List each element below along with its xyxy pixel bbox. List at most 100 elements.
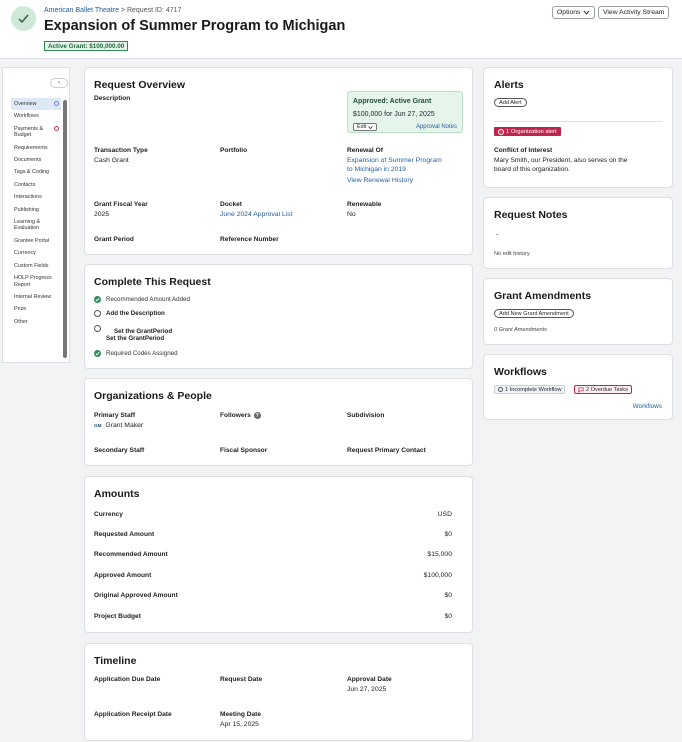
sidebar-item-documents[interactable]: Documents (11, 154, 61, 166)
sidebar-item-learning[interactable]: Learning & Evaluation (11, 216, 61, 235)
task-label: Required Codes Assigned (106, 350, 178, 357)
breadcrumb-org-link[interactable]: American Ballet Theatre (44, 7, 119, 14)
card-title: Complete This Request (94, 276, 211, 288)
approved-status-box: Approved: Active Grant $100,000 for Jun … (347, 91, 463, 133)
add-grant-amendment-button[interactable]: Add New Grant Amendment (494, 309, 574, 318)
sidebar-item-payments[interactable]: Payments & Budget (11, 123, 61, 142)
task-item[interactable]: Set the GrantPeriod (94, 325, 172, 335)
sidebar-item-label: Contacts (14, 181, 36, 188)
task-item: Recommended Amount Added (94, 296, 190, 303)
edit-history-note: No edit history (494, 251, 530, 257)
approval-date-value: Jun 27, 2025 (347, 686, 387, 693)
complete-request-card: Complete This Request Recommended Amount… (84, 264, 473, 369)
reference-number-label: Reference Number (220, 236, 279, 243)
edit-label: Edit (357, 124, 367, 130)
secondary-staff-label: Secondary Staff (94, 447, 145, 454)
renewal-of-link-line2[interactable]: to Michigan in 2019 (347, 166, 406, 173)
approved-amount: $100,000 for Jun 27, 2025 (353, 111, 435, 118)
sidebar-item-label: Workflows (14, 113, 39, 120)
task-item[interactable]: Add the Description (94, 310, 165, 317)
sidebar-item-label: Currency (14, 250, 36, 257)
sidebar-item-overview[interactable]: Overview (11, 98, 61, 111)
workflows-link[interactable]: Workflows (633, 403, 662, 410)
fiscal-sponsor-label: Fiscal Sponsor (220, 447, 268, 454)
amount-value: $100,000 (423, 572, 452, 579)
page-title: Expansion of Summer Program to Michigan (44, 18, 346, 34)
amount-label: Requested Amount (94, 531, 155, 538)
sidebar-item-workflows[interactable]: Workflows (11, 110, 61, 122)
alert-icon: ! (498, 128, 504, 135)
renewal-of-label: Renewal Of (347, 147, 383, 154)
amount-value: $0 (444, 592, 452, 599)
chevron-down-icon (368, 125, 374, 129)
divider (494, 121, 662, 122)
fiscal-year-label: Grant Fiscal Year (94, 201, 148, 208)
avatar: GM (94, 423, 102, 428)
approved-title: Approved: Active Grant (353, 98, 432, 105)
sidebar-item-interactions[interactable]: Interactions (11, 191, 61, 203)
alerts-card: Alerts Add Alert ! 1 Organization alert … (483, 67, 673, 188)
view-renewal-history-link[interactable]: View Renewal History (347, 177, 413, 184)
sidebar-item-internal-review[interactable]: Internal Review (11, 291, 61, 303)
followers-label: Followers (220, 412, 251, 419)
primary-staff-value[interactable]: GM Grant Maker (94, 422, 143, 429)
add-alert-button[interactable]: Add Alert (494, 98, 527, 107)
subdivision-label: Subdivision (347, 412, 385, 419)
sidebar-item-label: Grantee Portal (14, 237, 50, 244)
app-due-date-label: Application Due Date (94, 676, 161, 683)
sidebar-item-label: Publishing (14, 206, 39, 213)
renewable-value: No (347, 211, 356, 218)
help-icon[interactable]: ? (253, 412, 261, 419)
sidebar-item-prize[interactable]: Prize (11, 303, 61, 315)
meeting-date-label: Meeting Date (220, 711, 262, 718)
empty-circle-icon (94, 310, 101, 317)
warning-circle-icon (54, 125, 59, 131)
conflict-text-line2: board of this organization. (494, 166, 570, 173)
amount-label: Project Budget (94, 613, 141, 620)
docket-link[interactable]: June 2024 Approval List (220, 211, 293, 218)
sidebar-item-label: Tags & Coding (14, 169, 50, 176)
sidebar-item-label: Prize (14, 306, 27, 313)
grant-amendments-card: Grant Amendments Add New Grant Amendment… (483, 278, 673, 345)
overdue-tasks-badge[interactable]: 2 Overdue Tasks (574, 385, 632, 394)
renewal-of-link[interactable]: Expansion of Summer Program (347, 157, 442, 164)
request-overview-card: Request Overview Description Approved: A… (84, 67, 473, 255)
amount-label: Original Approved Amount (94, 592, 178, 599)
sidebar-item-custom-fields[interactable]: Custom Fields (11, 260, 61, 272)
workflows-card: Workflows 1 Incomplete Workflow 2 Overdu… (483, 354, 673, 420)
task-item: Required Codes Assigned (94, 350, 178, 357)
sidebar-item-other[interactable]: Other (11, 316, 61, 328)
sidebar-items: Overview Workflows Payments & Budget Req… (11, 98, 61, 328)
organization-alert-label: 1 Organization alert (506, 128, 557, 135)
sidebar-item-contacts[interactable]: Contacts (11, 179, 61, 191)
sidebar-scrollbar[interactable] (63, 100, 67, 358)
conflict-title: Conflict of Interest (494, 147, 553, 154)
amount-value: USD (437, 511, 452, 518)
sidebar-item-tags[interactable]: Tags & Coding (11, 166, 61, 178)
fiscal-year-value: 2025 (94, 211, 110, 218)
sidebar-item-label: Documents (14, 157, 42, 164)
organization-alert-badge[interactable]: ! 1 Organization alert (494, 127, 561, 136)
sidebar-item-currency[interactable]: Currency (11, 247, 61, 259)
approval-notes-link[interactable]: Approval Notes (416, 124, 457, 130)
card-title: Organizations & People (94, 390, 212, 402)
timeline-card: Timeline Application Due Date Request Da… (84, 643, 473, 741)
sidebar-item-holp-report[interactable]: HOLP Progress Report (11, 272, 61, 291)
sidebar-item-publishing[interactable]: Publishing (11, 204, 61, 216)
collapse-sidebar-button[interactable]: ‹ (50, 78, 68, 88)
breadcrumb: American Ballet Theatre > Request ID: 47… (44, 7, 181, 14)
overdue-tasks-label: 2 Overdue Tasks (586, 386, 628, 393)
docket-label: Docket (220, 201, 242, 208)
options-button[interactable]: Options (552, 6, 596, 19)
sidebar-item-label: Interactions (14, 194, 42, 201)
card-title: Grant Amendments (494, 290, 592, 302)
options-label: Options (557, 9, 581, 16)
amount-label: Recommended Amount (94, 551, 168, 558)
page-header: American Ballet Theatre > Request ID: 47… (0, 0, 682, 59)
task-label: Add the Description (106, 310, 165, 317)
sidebar-item-grantee-portal[interactable]: Grantee Portal (11, 235, 61, 247)
incomplete-workflow-badge[interactable]: 1 Incomplete Workflow (494, 385, 566, 394)
sidebar-item-requirements[interactable]: Requirements (11, 142, 61, 154)
view-activity-stream-button[interactable]: View Activity Stream (598, 6, 670, 19)
edit-approval-button[interactable]: Edit (353, 123, 378, 131)
